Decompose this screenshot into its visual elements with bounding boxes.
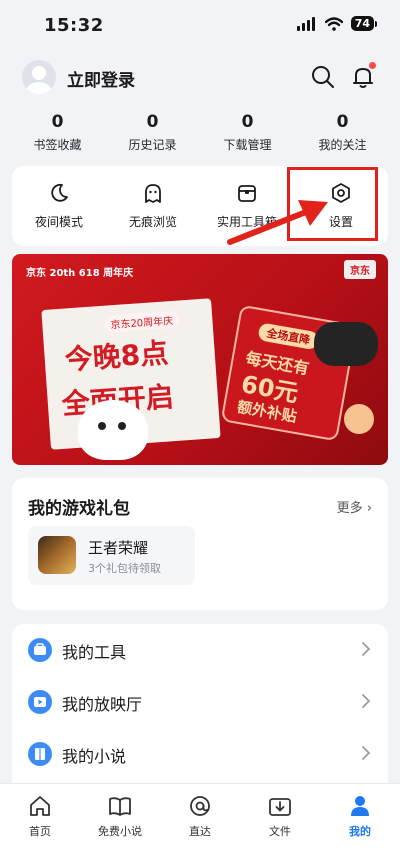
home-icon: [30, 796, 50, 816]
chevron-right-icon: [362, 746, 371, 760]
play-icon: [28, 690, 52, 714]
promo-banner[interactable]: 京东 20th 618 周年庆 京东 京东20周年庆 今晚8点 全面开启 全场直…: [12, 254, 388, 465]
menu-list: 我的工具 我的放映厅 我的小说: [12, 624, 388, 784]
banner-logo: 京东: [344, 260, 376, 279]
more-link[interactable]: 更多 ›: [337, 497, 372, 516]
menu-label: 我的放映厅: [62, 695, 143, 714]
pointer-arrow-icon: [227, 200, 328, 245]
bottom-tab-bar: 首页 免费小说 直达 文件 我的: [0, 783, 400, 865]
tab-home[interactable]: 首页: [0, 784, 80, 865]
chevron-right-icon: [362, 642, 371, 656]
game-subtitle: 3个礼包待领取: [88, 562, 161, 575]
stats-row: 0 书签收藏 0 历史记录 0 下载管理 0 我的关注: [10, 112, 390, 156]
stat-history[interactable]: 0 历史记录: [105, 112, 200, 156]
banner-coin-image: [344, 404, 374, 434]
tool-label: 夜间模式: [34, 215, 83, 229]
book-icon: [28, 742, 52, 766]
avatar[interactable]: [22, 60, 56, 94]
chevron-right-icon: [362, 694, 371, 708]
incognito-button[interactable]: 无痕浏览: [106, 166, 200, 246]
menu-label: 我的小说: [62, 747, 127, 766]
wifi-icon: [324, 16, 343, 31]
stat-label: 我的关注: [318, 138, 367, 152]
login-link[interactable]: 立即登录: [67, 66, 135, 91]
game-gifts-card: 我的游戏礼包 更多 › 王者荣耀 3个礼包待领取: [12, 478, 388, 610]
stat-count: 0: [336, 112, 349, 132]
battery-indicator: 74: [350, 16, 378, 31]
stat-bookmarks[interactable]: 0 书签收藏: [10, 112, 105, 156]
notification-bell[interactable]: [350, 62, 376, 90]
section-title: 我的游戏礼包: [28, 499, 130, 519]
stat-following[interactable]: 0 我的关注: [295, 112, 390, 156]
game-gift-item[interactable]: 王者荣耀 3个礼包待领取: [28, 526, 195, 585]
search-icon[interactable]: [310, 64, 336, 90]
tab-label: 文件: [269, 825, 291, 838]
tab-label: 免费小说: [98, 825, 142, 838]
status-icons: 74: [296, 16, 378, 31]
stat-label: 书签收藏: [33, 138, 82, 152]
banner-brand-tag: 京东 20th 618 周年庆: [26, 268, 134, 279]
at-icon: [190, 796, 210, 816]
tab-files[interactable]: 文件: [240, 784, 320, 865]
notification-dot: [369, 62, 376, 69]
stat-count: 0: [146, 112, 159, 132]
tab-direct[interactable]: 直达: [160, 784, 240, 865]
profile-header: 立即登录: [0, 52, 400, 104]
stat-label: 下载管理: [223, 138, 272, 152]
tool-label: 无痕浏览: [128, 215, 177, 229]
download-folder-icon: [269, 798, 291, 816]
stat-count: 0: [241, 112, 254, 132]
toolbox-icon: [28, 638, 52, 662]
banner-mascot: [78, 400, 148, 460]
tab-label: 我的: [349, 825, 371, 838]
game-name: 王者荣耀: [88, 539, 149, 557]
menu-item-tools[interactable]: 我的工具: [12, 624, 388, 676]
profile-icon: [351, 796, 369, 816]
menu-item-novels[interactable]: 我的小说: [12, 728, 388, 780]
banner-product-image: [314, 322, 378, 366]
ghost-icon: [145, 184, 161, 203]
tab-label: 直达: [189, 825, 211, 838]
stat-label: 历史记录: [128, 138, 177, 152]
menu-label: 我的工具: [62, 643, 127, 662]
status-bar: 15:32 74: [0, 0, 400, 52]
moon-icon: [51, 183, 68, 202]
stat-downloads[interactable]: 0 下载管理: [200, 112, 295, 156]
book-icon: [109, 797, 131, 816]
tab-profile[interactable]: 我的: [320, 784, 400, 865]
menu-item-theater[interactable]: 我的放映厅: [12, 676, 388, 728]
status-time: 15:32: [44, 15, 104, 36]
game-icon: [38, 536, 76, 574]
banner-headline-1: 今晚8点: [63, 336, 170, 377]
signal-icon: [296, 16, 315, 31]
night-mode-button[interactable]: 夜间模式: [12, 166, 106, 246]
tab-free-novels[interactable]: 免费小说: [80, 784, 160, 865]
stat-count: 0: [51, 112, 64, 132]
tab-label: 首页: [29, 825, 51, 838]
banner-paper-head: 京东20周年庆: [103, 310, 180, 333]
banner-tag-pill: 全场直降: [257, 322, 320, 351]
